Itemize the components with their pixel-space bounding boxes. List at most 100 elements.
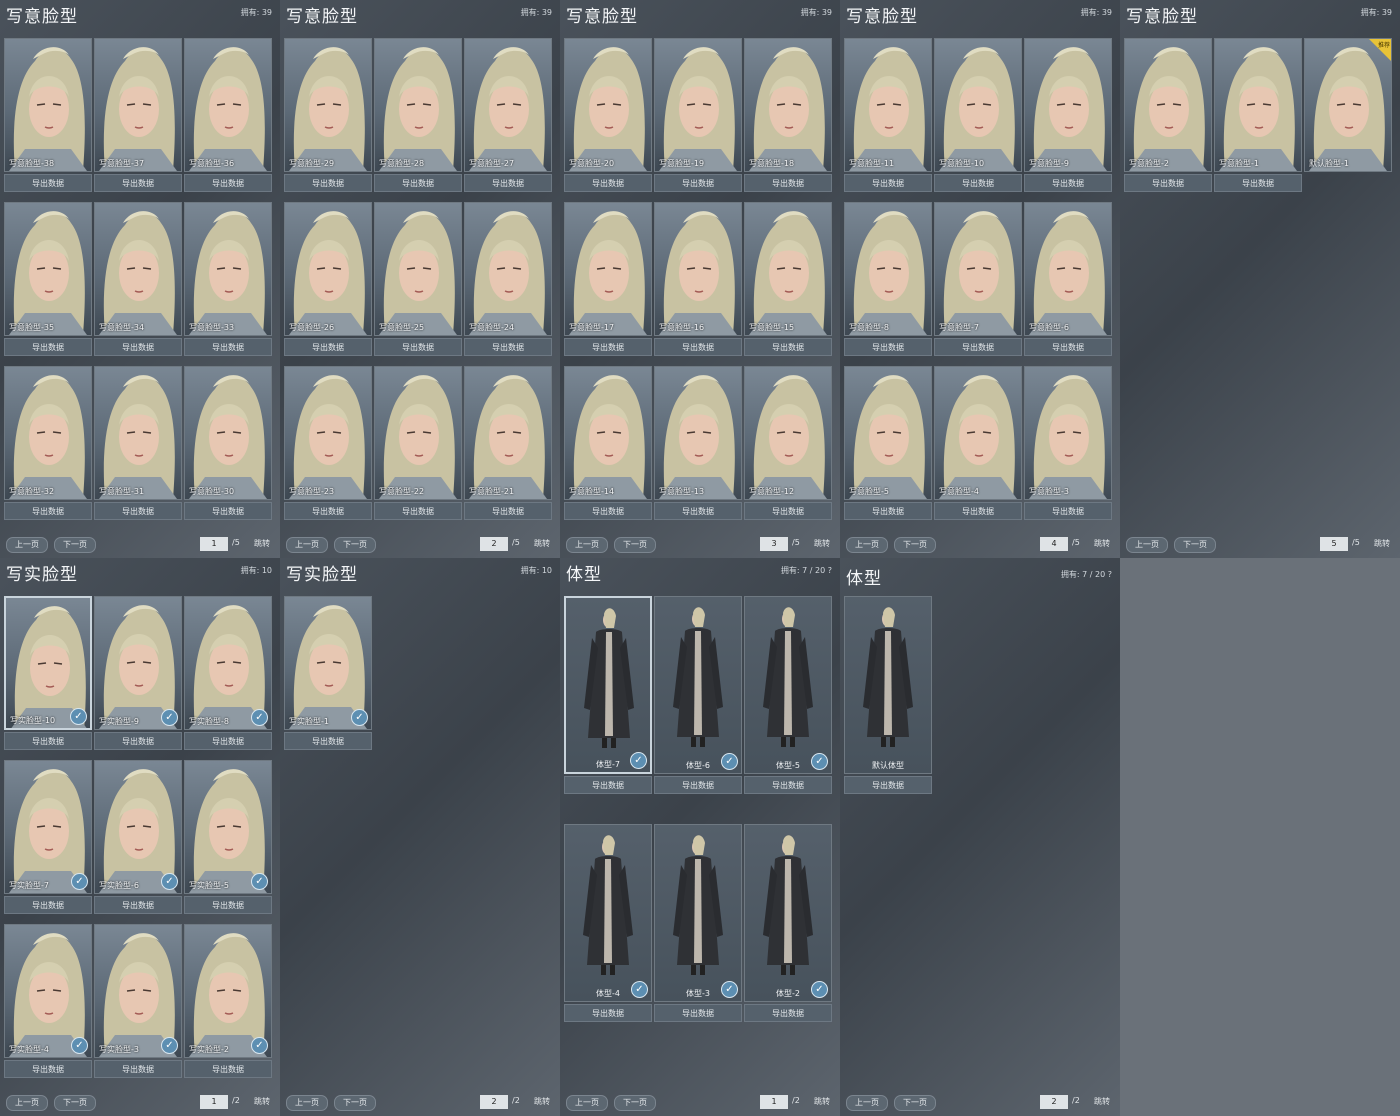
page-input[interactable]: 2 [480, 537, 508, 551]
jump-button[interactable]: 跳转 [814, 1096, 830, 1107]
face-card[interactable]: 写意脸型-34 导出数据 [94, 202, 182, 356]
face-card[interactable]: 默认脸型-1 推荐 [1304, 38, 1392, 172]
face-portrait[interactable]: 写意脸型-36 [184, 38, 272, 172]
face-portrait[interactable]: 写意脸型-31 [94, 366, 182, 500]
export-data-button[interactable]: 导出数据 [564, 776, 652, 794]
face-card[interactable]: 写意脸型-7 导出数据 [934, 202, 1022, 356]
export-data-button[interactable]: 导出数据 [1024, 338, 1112, 356]
prev-page-button[interactable]: 上一页 [6, 537, 48, 553]
export-data-button[interactable]: 导出数据 [4, 732, 92, 750]
face-card[interactable]: 写意脸型-22 导出数据 [374, 366, 462, 520]
face-card[interactable]: 写意脸型-28 导出数据 [374, 38, 462, 192]
body-card[interactable]: 体型-7 ✓ 导出数据 [564, 596, 652, 794]
page-input[interactable]: 5 [1320, 537, 1348, 551]
face-card[interactable]: 写意脸型-10 导出数据 [934, 38, 1022, 192]
face-card[interactable]: 写意脸型-3 导出数据 [1024, 366, 1112, 520]
face-portrait[interactable]: 写意脸型-33 [184, 202, 272, 336]
face-card[interactable]: 写意脸型-13 导出数据 [654, 366, 742, 520]
export-data-button[interactable]: 导出数据 [564, 1004, 652, 1022]
face-portrait[interactable]: 写意脸型-29 [284, 38, 372, 172]
export-data-button[interactable]: 导出数据 [1214, 174, 1302, 192]
face-portrait[interactable]: 写实脸型-9 ✓ [94, 596, 182, 730]
face-card[interactable]: 写意脸型-24 导出数据 [464, 202, 552, 356]
export-data-button[interactable]: 导出数据 [184, 338, 272, 356]
page-input[interactable]: 3 [760, 537, 788, 551]
export-data-button[interactable]: 导出数据 [564, 502, 652, 520]
face-card[interactable]: 写实脸型-10 ✓ 导出数据 [4, 596, 92, 750]
face-portrait[interactable]: 写意脸型-24 [464, 202, 552, 336]
face-card[interactable]: 写意脸型-32 导出数据 [4, 366, 92, 520]
face-card[interactable]: 写意脸型-31 导出数据 [94, 366, 182, 520]
export-data-button[interactable]: 导出数据 [4, 174, 92, 192]
export-data-button[interactable]: 导出数据 [94, 338, 182, 356]
export-data-button[interactable]: 导出数据 [184, 174, 272, 192]
next-page-button[interactable]: 下一页 [894, 1095, 936, 1111]
face-card[interactable]: 写实脸型-8 ✓ 导出数据 [184, 596, 272, 750]
face-card[interactable]: 写意脸型-9 导出数据 [1024, 38, 1112, 192]
body-preview[interactable]: 体型-6 ✓ [654, 596, 742, 774]
jump-button[interactable]: 跳转 [1094, 1096, 1110, 1107]
face-portrait[interactable]: 写意脸型-3 [1024, 366, 1112, 500]
export-data-button[interactable]: 导出数据 [4, 338, 92, 356]
face-card[interactable]: 写实脸型-1 ✓ 导出数据 [284, 596, 372, 750]
export-data-button[interactable]: 导出数据 [934, 502, 1022, 520]
face-portrait[interactable]: 写意脸型-17 [564, 202, 652, 336]
face-portrait[interactable]: 写实脸型-1 ✓ [284, 596, 372, 730]
face-card[interactable]: 写意脸型-38 导出数据 [4, 38, 92, 192]
face-portrait[interactable]: 写实脸型-8 ✓ [184, 596, 272, 730]
jump-button[interactable]: 跳转 [814, 538, 830, 549]
export-data-button[interactable]: 导出数据 [94, 174, 182, 192]
body-preview[interactable]: 体型-3 ✓ [654, 824, 742, 1002]
prev-page-button[interactable]: 上一页 [566, 1095, 608, 1111]
body-preview[interactable]: 默认体型 [844, 596, 932, 774]
face-portrait[interactable]: 写意脸型-32 [4, 366, 92, 500]
face-portrait[interactable]: 写意脸型-6 [1024, 202, 1112, 336]
export-data-button[interactable]: 导出数据 [844, 174, 932, 192]
face-card[interactable]: 写意脸型-26 导出数据 [284, 202, 372, 356]
face-portrait[interactable]: 写意脸型-34 [94, 202, 182, 336]
face-card[interactable]: 写意脸型-25 导出数据 [374, 202, 462, 356]
export-data-button[interactable]: 导出数据 [464, 174, 552, 192]
prev-page-button[interactable]: 上一页 [846, 1095, 888, 1111]
face-card[interactable]: 写意脸型-18 导出数据 [744, 38, 832, 192]
export-data-button[interactable]: 导出数据 [184, 732, 272, 750]
export-data-button[interactable]: 导出数据 [284, 174, 372, 192]
next-page-button[interactable]: 下一页 [54, 537, 96, 553]
face-card[interactable]: 写意脸型-8 导出数据 [844, 202, 932, 356]
face-portrait[interactable]: 写实脸型-5 ✓ [184, 760, 272, 894]
face-card[interactable]: 写意脸型-27 导出数据 [464, 38, 552, 192]
face-portrait[interactable]: 写意脸型-1 [1214, 38, 1302, 172]
face-portrait[interactable]: 写实脸型-2 ✓ [184, 924, 272, 1058]
body-card[interactable]: 体型-4 ✓ 导出数据 [564, 824, 652, 1022]
jump-button[interactable]: 跳转 [254, 1096, 270, 1107]
face-card[interactable]: 写意脸型-16 导出数据 [654, 202, 742, 356]
face-portrait[interactable]: 写意脸型-4 [934, 366, 1022, 500]
face-portrait[interactable]: 写实脸型-4 ✓ [4, 924, 92, 1058]
export-data-button[interactable]: 导出数据 [4, 896, 92, 914]
face-portrait[interactable]: 写意脸型-2 [1124, 38, 1212, 172]
body-card[interactable]: 默认体型 导出数据 [844, 596, 932, 794]
export-data-button[interactable]: 导出数据 [94, 502, 182, 520]
face-card[interactable]: 写实脸型-2 ✓ 导出数据 [184, 924, 272, 1078]
export-data-button[interactable]: 导出数据 [744, 776, 832, 794]
export-data-button[interactable]: 导出数据 [284, 338, 372, 356]
prev-page-button[interactable]: 上一页 [566, 537, 608, 553]
face-card[interactable]: 写意脸型-30 导出数据 [184, 366, 272, 520]
face-portrait[interactable]: 写意脸型-22 [374, 366, 462, 500]
page-input[interactable]: 4 [1040, 537, 1068, 551]
export-data-button[interactable]: 导出数据 [934, 174, 1022, 192]
face-portrait[interactable]: 写实脸型-3 ✓ [94, 924, 182, 1058]
export-data-button[interactable]: 导出数据 [1024, 502, 1112, 520]
face-card[interactable]: 写意脸型-17 导出数据 [564, 202, 652, 356]
export-data-button[interactable]: 导出数据 [654, 174, 742, 192]
body-card[interactable]: 体型-3 ✓ 导出数据 [654, 824, 742, 1022]
export-data-button[interactable]: 导出数据 [374, 174, 462, 192]
face-card[interactable]: 写实脸型-9 ✓ 导出数据 [94, 596, 182, 750]
face-portrait[interactable]: 写意脸型-26 [284, 202, 372, 336]
face-portrait[interactable]: 写意脸型-28 [374, 38, 462, 172]
export-data-button[interactable]: 导出数据 [184, 1060, 272, 1078]
face-portrait[interactable]: 写意脸型-37 [94, 38, 182, 172]
body-preview[interactable]: 体型-4 ✓ [564, 824, 652, 1002]
face-card[interactable]: 写意脸型-37 导出数据 [94, 38, 182, 192]
page-input[interactable]: 2 [480, 1095, 508, 1109]
